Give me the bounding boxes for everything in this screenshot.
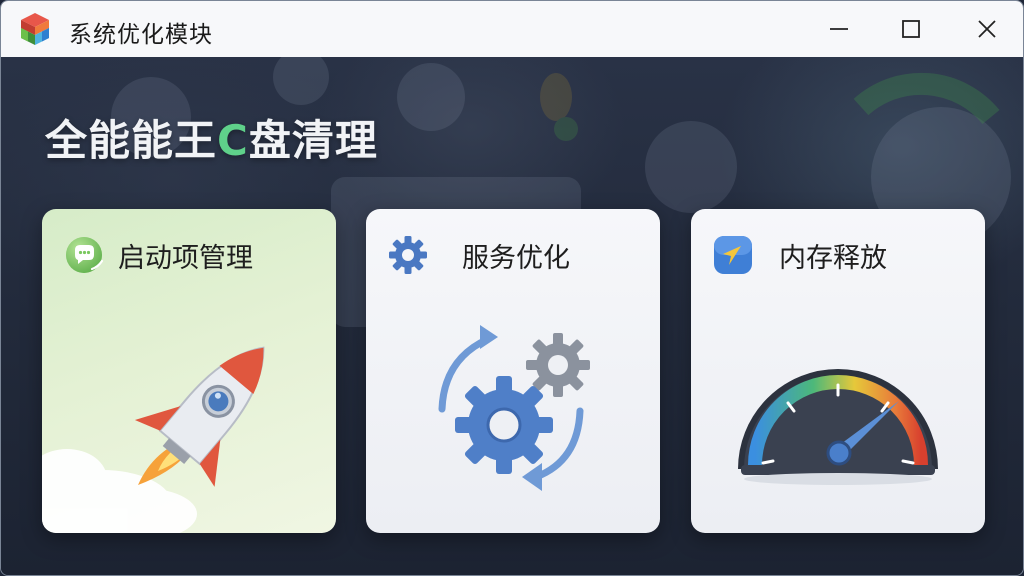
maximize-button[interactable] [891, 9, 931, 49]
title-bar[interactable]: 系统优化模块 [1, 1, 1023, 57]
hero-title-accent: C [217, 116, 249, 165]
window-title: 系统优化模块 [69, 22, 213, 48]
memory-release-card[interactable]: 内存释放 [691, 209, 985, 533]
startup-manager-card[interactable]: 启动项管理 [42, 209, 336, 533]
rocket-launch-illustration [42, 346, 265, 533]
card-label: 启动项管理 [118, 243, 253, 274]
hero-title: 全能能王C盘清理 [45, 107, 378, 168]
gears-refresh-illustration [438, 325, 590, 491]
gear-icon [389, 236, 427, 274]
card-label: 内存释放 [779, 243, 887, 274]
minimize-button[interactable] [819, 9, 859, 49]
hero-title-prefix: 全能能王 [45, 116, 218, 165]
minimize-icon [830, 28, 848, 30]
hero-title-suffix: 盘清理 [248, 116, 378, 165]
compass-arrow-icon [714, 236, 752, 274]
app-window: 系统优化模块 全能能王C盘清理 启动项管理 服务优化 内存释放 [0, 0, 1024, 576]
main-content: 全能能王C盘清理 启动项管理 服务优化 内存释放 [1, 57, 1023, 575]
maximize-icon [902, 20, 920, 38]
stacked-cube-icon [21, 13, 49, 45]
close-button[interactable] [967, 9, 1007, 49]
speedometer-gauge-illustration [738, 369, 938, 485]
service-optimization-card[interactable]: 服务优化 [366, 209, 660, 533]
close-icon [978, 20, 996, 38]
chat-bubble-icon [66, 237, 104, 273]
card-label: 服务优化 [462, 243, 570, 274]
